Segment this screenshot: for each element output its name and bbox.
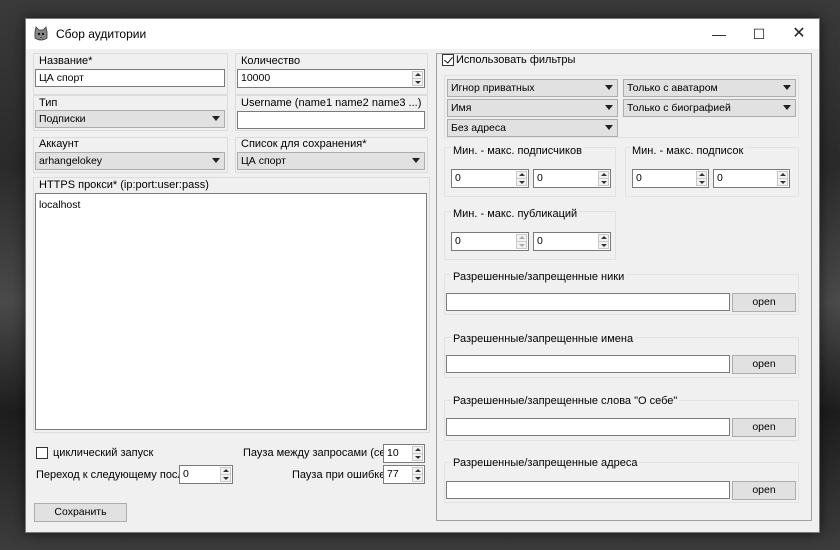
count-spinbox[interactable]: 10000 bbox=[237, 69, 425, 88]
spin-down-icon[interactable] bbox=[696, 178, 707, 186]
chevron-down-icon bbox=[605, 85, 613, 90]
followers-min-value: 0 bbox=[455, 172, 461, 184]
close-button[interactable]: ✕ bbox=[779, 19, 819, 49]
following-min-spinbox[interactable]: 0 bbox=[632, 169, 709, 188]
name-label: Название* bbox=[39, 55, 93, 67]
nicks-label: Разрешенные/запрещенные ники bbox=[451, 271, 627, 283]
spin-down-icon[interactable] bbox=[777, 178, 788, 186]
following-max-value: 0 bbox=[717, 172, 723, 184]
window-title: Сбор аудитории bbox=[56, 27, 147, 41]
followers-label: Мин. - макс. подписчиков bbox=[451, 145, 584, 157]
bio-select[interactable]: Только с биографией bbox=[623, 99, 796, 117]
bio-words-open-button[interactable]: open bbox=[732, 418, 796, 437]
error-pause-spinbox[interactable]: 77 bbox=[383, 465, 425, 484]
spin-down-icon[interactable] bbox=[412, 474, 423, 482]
names-open-button[interactable]: open bbox=[732, 355, 796, 374]
type-value: Подписки bbox=[39, 113, 86, 125]
private-select[interactable]: Игнор приватных bbox=[447, 79, 618, 97]
chevron-down-icon bbox=[412, 158, 420, 163]
name-filter-select[interactable]: Имя bbox=[447, 99, 618, 117]
account-select[interactable]: arhangelokey bbox=[35, 152, 225, 170]
minimize-button[interactable]: — bbox=[699, 19, 739, 49]
posts-label: Мин. - макс. публикаций bbox=[451, 208, 580, 220]
savelist-value: ЦА спорт bbox=[241, 155, 286, 167]
app-cat-icon bbox=[34, 26, 48, 41]
posts-max-spinbox[interactable]: 0 bbox=[533, 232, 611, 251]
pause-label: Пауза между запросами (сек) bbox=[243, 447, 394, 459]
save-button[interactable]: Сохранить bbox=[34, 503, 127, 522]
nicks-input[interactable] bbox=[446, 293, 730, 311]
posts-max-value: 0 bbox=[537, 235, 543, 247]
proxy-label: HTTPS прокси* (ip:port:user:pass) bbox=[39, 179, 209, 191]
savelist-label: Список для сохранения* bbox=[241, 138, 367, 150]
private-value: Игнор приватных bbox=[451, 82, 535, 94]
count-value: 10000 bbox=[241, 72, 271, 84]
count-label: Количество bbox=[241, 55, 301, 67]
spin-down-icon[interactable] bbox=[516, 241, 527, 249]
following-min-value: 0 bbox=[636, 172, 642, 184]
address-select[interactable]: Без адреса bbox=[447, 119, 618, 137]
spin-down-icon[interactable] bbox=[598, 178, 609, 186]
error-pause-value: 77 bbox=[387, 468, 399, 480]
maximize-button[interactable]: ☐ bbox=[739, 19, 779, 49]
use-filters-label: Использовать фильтры bbox=[456, 54, 576, 66]
chevron-down-icon bbox=[783, 105, 791, 110]
proxy-value: localhost bbox=[39, 199, 81, 211]
chevron-down-icon bbox=[783, 85, 791, 90]
name-filter-value: Имя bbox=[451, 102, 472, 114]
chevron-down-icon bbox=[605, 105, 613, 110]
followers-min-spinbox[interactable]: 0 bbox=[451, 169, 529, 188]
pause-value: 10 bbox=[387, 447, 399, 459]
next-after-value: 0 bbox=[183, 468, 189, 480]
window: Сбор аудитории — ☐ ✕ Название* ЦА спорт … bbox=[25, 18, 820, 533]
spin-down-icon[interactable] bbox=[598, 241, 609, 249]
followers-max-value: 0 bbox=[537, 172, 543, 184]
address-value: Без адреса bbox=[451, 122, 506, 134]
following-label: Мин. - макс. подписок bbox=[630, 145, 746, 157]
addresses-label: Разрешенные/запрещенные адреса bbox=[451, 457, 640, 469]
avatar-select[interactable]: Только с аватаром bbox=[623, 79, 796, 97]
next-after-spinbox[interactable]: 0 bbox=[179, 465, 233, 484]
proxy-textarea[interactable]: localhost bbox=[35, 193, 427, 430]
addresses-open-button[interactable]: open bbox=[732, 481, 796, 500]
spin-down-icon[interactable] bbox=[516, 178, 527, 186]
next-after-label: Переход к следующему после bbox=[36, 469, 190, 481]
addresses-input[interactable] bbox=[446, 481, 730, 499]
error-pause-label: Пауза при ошибке bbox=[292, 469, 386, 481]
spin-down-icon[interactable] bbox=[412, 453, 423, 461]
spin-down-icon[interactable] bbox=[220, 474, 231, 482]
followers-max-spinbox[interactable]: 0 bbox=[533, 169, 611, 188]
name-input[interactable]: ЦА спорт bbox=[35, 69, 225, 87]
posts-min-value: 0 bbox=[455, 235, 461, 247]
bio-words-label: Разрешенные/запрещенные слова "О себе" bbox=[451, 395, 680, 407]
cyclic-checkbox[interactable] bbox=[36, 447, 48, 459]
savelist-select[interactable]: ЦА спорт bbox=[237, 152, 425, 170]
use-filters-checkbox[interactable] bbox=[442, 54, 454, 66]
following-max-spinbox[interactable]: 0 bbox=[713, 169, 790, 188]
cyclic-label: циклический запуск bbox=[53, 447, 154, 459]
account-value: arhangelokey bbox=[39, 155, 103, 167]
bio-words-input[interactable] bbox=[446, 418, 730, 436]
bio-value: Только с биографией bbox=[627, 102, 731, 114]
spin-down-icon[interactable] bbox=[412, 78, 423, 86]
title-bar: Сбор аудитории — ☐ ✕ bbox=[26, 19, 819, 49]
nicks-open-button[interactable]: open bbox=[732, 293, 796, 312]
posts-min-spinbox[interactable]: 0 bbox=[451, 232, 529, 251]
chevron-down-icon bbox=[212, 158, 220, 163]
chevron-down-icon bbox=[212, 116, 220, 121]
chevron-down-icon bbox=[605, 125, 613, 130]
usernames-input[interactable] bbox=[237, 111, 425, 129]
pause-spinbox[interactable]: 10 bbox=[383, 444, 425, 463]
usernames-label: Username (name1 name2 name3 ...) bbox=[241, 97, 422, 109]
type-select[interactable]: Подписки bbox=[35, 110, 225, 128]
avatar-value: Только с аватаром bbox=[627, 82, 718, 94]
account-label: Аккаунт bbox=[39, 138, 79, 150]
names-input[interactable] bbox=[446, 355, 730, 373]
type-label: Тип bbox=[39, 97, 58, 109]
names-label: Разрешенные/запрещенные имена bbox=[451, 333, 636, 345]
